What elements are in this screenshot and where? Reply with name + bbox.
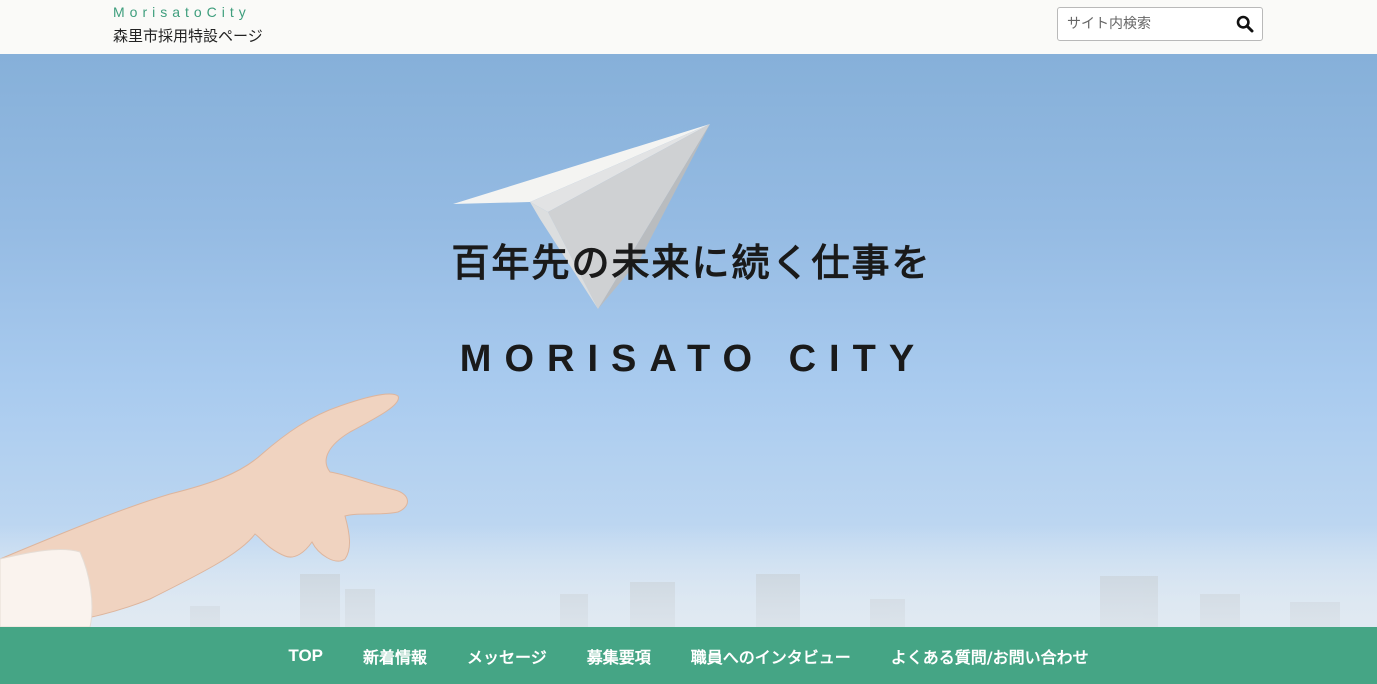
nav-item-top[interactable]: TOP — [268, 646, 343, 666]
hero-section: 百年先の未来に続く仕事を MORISATO CITY — [0, 54, 1377, 627]
site-title[interactable]: 森里市採用特設ページ — [113, 25, 263, 46]
nav-item-faq-contact[interactable]: よくある質問/お問い合わせ — [871, 644, 1109, 668]
nav-item-interview[interactable]: 職員へのインタビュー — [671, 644, 871, 668]
hero-city-name: MORISATO CITY — [459, 338, 928, 380]
nav-item-recruitment[interactable]: 募集要項 — [567, 644, 671, 668]
search-input[interactable] — [1058, 8, 1228, 40]
nav-item-message[interactable]: メッセージ — [447, 644, 567, 668]
site-logo-en[interactable]: MorisatoCity — [113, 4, 251, 20]
search-button[interactable] — [1234, 14, 1256, 36]
global-nav: TOP 新着情報 メッセージ 募集要項 職員へのインタビュー よくある質問/お問… — [0, 627, 1377, 684]
site-header: MorisatoCity 森里市採用特設ページ — [0, 0, 1377, 54]
hero-catchphrase: 百年先の未来に続く仕事を — [451, 241, 932, 285]
search-icon — [1236, 15, 1254, 32]
nav-item-news[interactable]: 新着情報 — [343, 644, 447, 668]
search-form — [1057, 7, 1263, 41]
